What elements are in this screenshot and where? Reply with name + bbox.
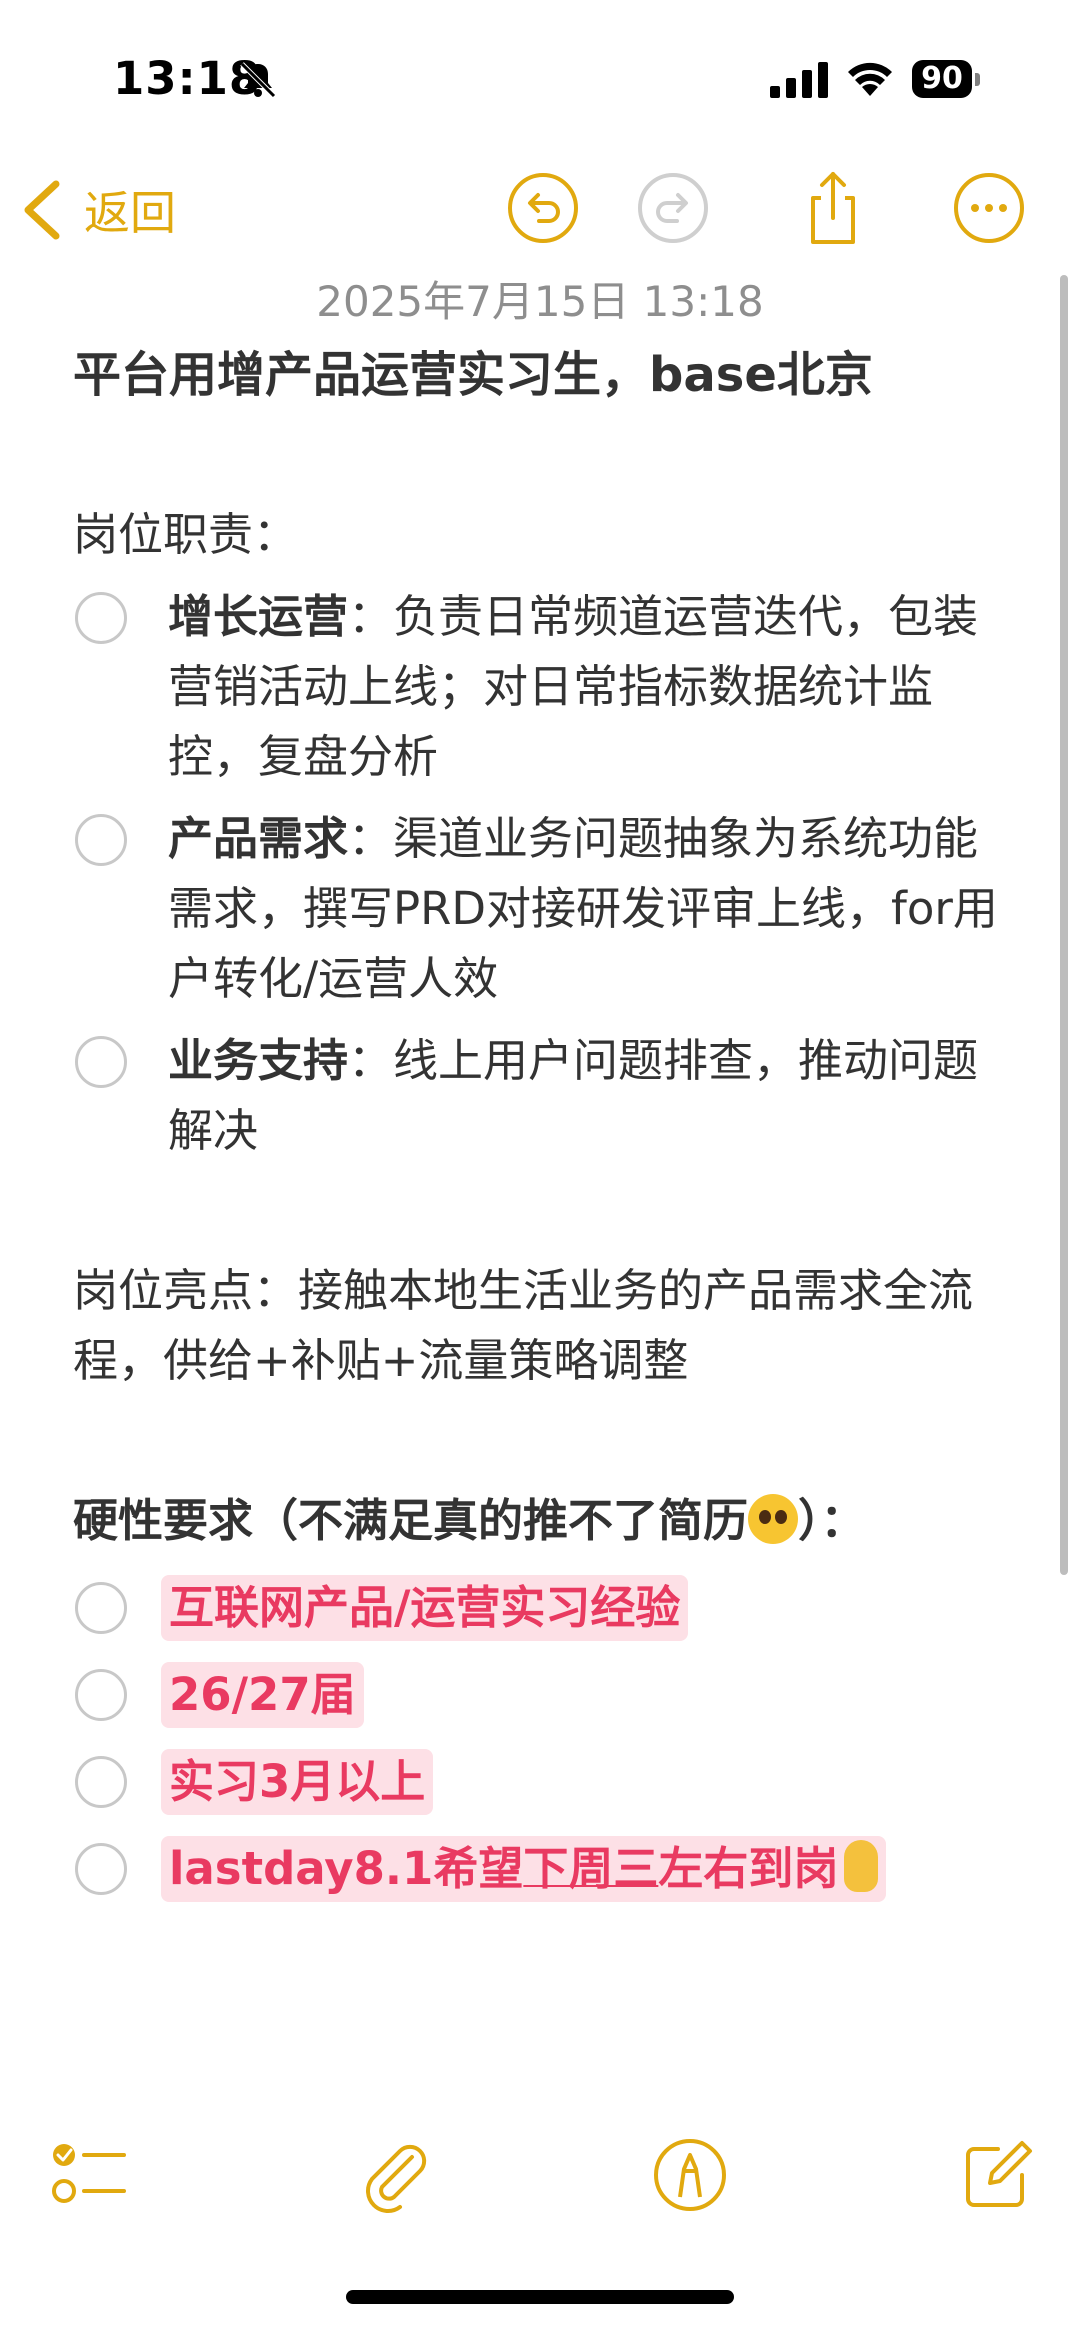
checklist-circle[interactable] xyxy=(75,1036,127,1088)
bell-muted-icon xyxy=(240,62,276,98)
checklist-item: 互联网产品/运营实习经验 xyxy=(73,1573,1013,1643)
status-bar: 13:18 90 xyxy=(0,0,1080,150)
checklist-item: 增长运营：负责日常频道运营迭代，包装营销活动上线；对日常指标数据统计监控，复盘分… xyxy=(73,582,1013,792)
highlighted-requirement: 26/27届 xyxy=(161,1662,364,1728)
highlighted-requirement: 实习3月以上 xyxy=(161,1749,434,1815)
back-button[interactable]: 返回 xyxy=(20,170,176,250)
more-options-icon[interactable] xyxy=(951,170,1027,246)
checklist-circle[interactable] xyxy=(75,1582,127,1634)
highlighted-requirement: lastday8.1希望下周三左右到岗 xyxy=(161,1836,887,1902)
note-title: 平台用增产品运营实习生，base北京 xyxy=(73,347,873,403)
redo-icon[interactable] xyxy=(635,170,711,246)
pleading-face-icon xyxy=(748,1494,799,1544)
home-indicator[interactable] xyxy=(346,2290,734,2304)
compose-new-note-icon[interactable] xyxy=(956,2135,1036,2215)
attachment-icon[interactable] xyxy=(354,2135,434,2215)
requirements-heading: 硬性要求（不满足真的推不了简历 ）： xyxy=(73,1486,1013,1556)
nav-bar: 返回 xyxy=(0,150,1080,270)
task-label: 增长运营 xyxy=(168,590,349,643)
checklist-item: lastday8.1希望下周三左右到岗 xyxy=(73,1834,1013,1904)
markup-pen-icon[interactable] xyxy=(650,2135,730,2215)
highlighted-requirement: 互联网产品/运营实习经验 xyxy=(161,1575,689,1641)
share-icon[interactable] xyxy=(795,170,871,246)
crossed-fingers-icon xyxy=(844,1840,879,1892)
battery-tip xyxy=(975,73,980,86)
requirement-underlined: 下周三 xyxy=(523,1842,659,1895)
checklist-item: 产品需求：渠道业务问题抽象为系统功能需求，撰写PRD对接研发评审上线，for用户… xyxy=(73,804,1013,1014)
duties-heading: 岗位职责： xyxy=(73,508,299,561)
requirement-part: lastday8.1希望 xyxy=(169,1842,524,1895)
scrollbar[interactable] xyxy=(1060,275,1068,1575)
note-timestamp: 2025年7月15日 13:18 xyxy=(316,277,764,326)
undo-icon[interactable] xyxy=(505,170,581,246)
chevron-left-icon xyxy=(24,180,60,240)
battery-indicator: 90 xyxy=(912,60,982,100)
cellular-signal-icon xyxy=(770,62,828,98)
checklist-circle[interactable] xyxy=(75,1669,127,1721)
wifi-icon xyxy=(848,62,892,96)
task-label: 产品需求 xyxy=(168,812,349,865)
task-label: 业务支持 xyxy=(168,1034,349,1087)
note-body[interactable]: 平台用增产品运营实习生，base北京 岗位职责： 增长运营：负责日常频道运营迭代… xyxy=(73,340,1013,1904)
highlights-paragraph: 岗位亮点：接触本地生活业务的产品需求全流程，供给+补贴+流量策略调整 xyxy=(73,1264,974,1387)
back-label: 返回 xyxy=(84,186,176,240)
requirements-heading-end: ）： xyxy=(798,1494,866,1547)
checklist-circle[interactable] xyxy=(75,814,127,866)
checklist-circle[interactable] xyxy=(75,592,127,644)
checklist-circle[interactable] xyxy=(75,1843,127,1895)
requirements-heading-text: 硬性要求（不满足真的推不了简历 xyxy=(73,1494,749,1547)
checklist-item: 实习3月以上 xyxy=(73,1747,1013,1817)
requirement-part: 左右到岗 xyxy=(658,1842,839,1895)
checklist-icon[interactable] xyxy=(48,2135,128,2215)
checklist-circle[interactable] xyxy=(75,1756,127,1808)
battery-level: 90 xyxy=(912,60,972,98)
checklist-item: 业务支持：线上用户问题排查，推动问题解决 xyxy=(73,1026,1013,1166)
checklist-item: 26/27届 xyxy=(73,1660,1013,1730)
